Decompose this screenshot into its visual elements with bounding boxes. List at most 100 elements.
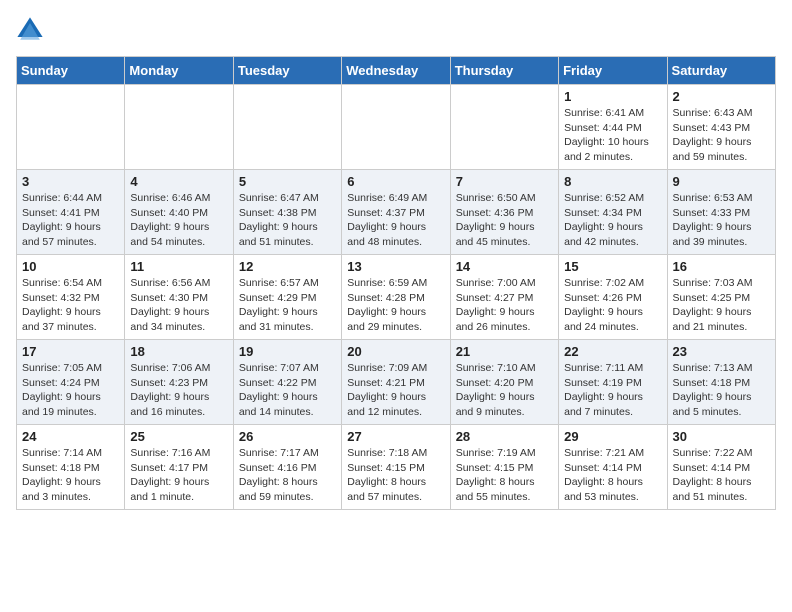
day-number: 11: [130, 259, 227, 274]
day-info: Sunrise: 6:54 AM Sunset: 4:32 PM Dayligh…: [22, 276, 119, 335]
calendar-cell: 17Sunrise: 7:05 AM Sunset: 4:24 PM Dayli…: [17, 340, 125, 425]
day-info: Sunrise: 7:05 AM Sunset: 4:24 PM Dayligh…: [22, 361, 119, 420]
day-info: Sunrise: 6:59 AM Sunset: 4:28 PM Dayligh…: [347, 276, 444, 335]
calendar-table: SundayMondayTuesdayWednesdayThursdayFrid…: [16, 56, 776, 510]
day-number: 6: [347, 174, 444, 189]
calendar-cell: 22 Sunrise: 7:11 AM Sunset: 4:19 PM Dayli…: [559, 340, 667, 425]
day-number: 20: [347, 344, 444, 359]
weekday-header: Sunday: [17, 57, 125, 85]
calendar-cell: 11 Sunrise: 6:56 AM Sunset: 4:30 PM Dayli…: [125, 255, 233, 340]
calendar-cell: 8 Sunrise: 6:52 AM Sunset: 4:34 PM Daylig…: [559, 170, 667, 255]
calendar-cell: 4 Sunrise: 6:46 AM Sunset: 4:40 PM Daylig…: [125, 170, 233, 255]
day-number: 8: [564, 174, 661, 189]
day-number: 22: [564, 344, 661, 359]
calendar-cell: 15 Sunrise: 7:02 AM Sunset: 4:26 PM Dayli…: [559, 255, 667, 340]
day-info: Sunrise: 7:22 AM Sunset: 4:14 PM Dayligh…: [673, 446, 770, 505]
day-info: Sunrise: 7:21 AM Sunset: 4:14 PM Dayligh…: [564, 446, 661, 505]
day-number: 1: [564, 89, 661, 104]
calendar-cell: 3 Sunrise: 6:44 AM Sunset: 4:41 PM Daylig…: [17, 170, 125, 255]
day-number: 2: [673, 89, 770, 104]
day-info: Sunrise: 7:02 AM Sunset: 4:26 PM Dayligh…: [564, 276, 661, 335]
calendar-cell: 10 Sunrise: 6:54 AM Sunset: 4:32 PM Dayli…: [17, 255, 125, 340]
day-info: Sunrise: 7:18 AM Sunset: 4:15 PM Dayligh…: [347, 446, 444, 505]
day-number: 23: [673, 344, 770, 359]
weekday-header: Tuesday: [233, 57, 341, 85]
calendar-cell: 16 Sunrise: 7:03 AM Sunset: 4:25 PM Dayli…: [667, 255, 775, 340]
calendar-week-row: 24 Sunrise: 7:14 AM Sunset: 4:18 PM Dayli…: [17, 425, 776, 510]
calendar-cell: 7 Sunrise: 6:50 AM Sunset: 4:36 PM Daylig…: [450, 170, 558, 255]
calendar-cell: 9 Sunrise: 6:53 AM Sunset: 4:33 PM Daylig…: [667, 170, 775, 255]
logo-icon: [16, 16, 44, 44]
calendar-cell: 24 Sunrise: 7:14 AM Sunset: 4:18 PM Dayli…: [17, 425, 125, 510]
calendar-cell: 18 Sunrise: 7:06 AM Sunset: 4:23 PM Dayli…: [125, 340, 233, 425]
day-number: 13: [347, 259, 444, 274]
weekday-header: Wednesday: [342, 57, 450, 85]
calendar-cell: [125, 85, 233, 170]
day-number: 7: [456, 174, 553, 189]
day-info: Sunrise: 7:06 AM Sunset: 4:23 PM Dayligh…: [130, 361, 227, 420]
day-info: Sunrise: 6:49 AM Sunset: 4:37 PM Dayligh…: [347, 191, 444, 250]
day-number: 19: [239, 344, 336, 359]
page-header: [16, 16, 776, 44]
calendar-cell: 27 Sunrise: 7:18 AM Sunset: 4:15 PM Dayli…: [342, 425, 450, 510]
day-info: Sunrise: 7:09 AM Sunset: 4:21 PM Dayligh…: [347, 361, 444, 420]
calendar-cell: [17, 85, 125, 170]
calendar-cell: 26 Sunrise: 7:17 AM Sunset: 4:16 PM Dayli…: [233, 425, 341, 510]
day-number: 28: [456, 429, 553, 444]
day-info: Sunrise: 6:53 AM Sunset: 4:33 PM Dayligh…: [673, 191, 770, 250]
day-number: 27: [347, 429, 444, 444]
day-number: 29: [564, 429, 661, 444]
day-info: Sunrise: 6:44 AM Sunset: 4:41 PM Dayligh…: [22, 191, 119, 250]
logo: [16, 16, 48, 44]
calendar-cell: 19 Sunrise: 7:07 AM Sunset: 4:22 PM Dayli…: [233, 340, 341, 425]
day-info: Sunrise: 7:16 AM Sunset: 4:17 PM Dayligh…: [130, 446, 227, 505]
calendar-cell: 13 Sunrise: 6:59 AM Sunset: 4:28 PM Dayli…: [342, 255, 450, 340]
calendar-cell: 5 Sunrise: 6:47 AM Sunset: 4:38 PM Daylig…: [233, 170, 341, 255]
day-info: Sunrise: 6:46 AM Sunset: 4:40 PM Dayligh…: [130, 191, 227, 250]
day-number: 5: [239, 174, 336, 189]
day-info: Sunrise: 7:07 AM Sunset: 4:22 PM Dayligh…: [239, 361, 336, 420]
day-info: Sunrise: 7:11 AM Sunset: 4:19 PM Dayligh…: [564, 361, 661, 420]
calendar-cell: 2 Sunrise: 6:43 AM Sunset: 4:43 PM Daylig…: [667, 85, 775, 170]
calendar-cell: 6 Sunrise: 6:49 AM Sunset: 4:37 PM Daylig…: [342, 170, 450, 255]
day-number: 14: [456, 259, 553, 274]
day-number: 18: [130, 344, 227, 359]
day-info: Sunrise: 6:56 AM Sunset: 4:30 PM Dayligh…: [130, 276, 227, 335]
weekday-header: Saturday: [667, 57, 775, 85]
day-info: Sunrise: 7:17 AM Sunset: 4:16 PM Dayligh…: [239, 446, 336, 505]
day-number: 30: [673, 429, 770, 444]
calendar-cell: 30 Sunrise: 7:22 AM Sunset: 4:14 PM Dayli…: [667, 425, 775, 510]
calendar-week-row: 17Sunrise: 7:05 AM Sunset: 4:24 PM Dayli…: [17, 340, 776, 425]
calendar-week-row: 10 Sunrise: 6:54 AM Sunset: 4:32 PM Dayli…: [17, 255, 776, 340]
day-number: 16: [673, 259, 770, 274]
weekday-header: Thursday: [450, 57, 558, 85]
day-info: Sunrise: 7:03 AM Sunset: 4:25 PM Dayligh…: [673, 276, 770, 335]
day-info: Sunrise: 7:14 AM Sunset: 4:18 PM Dayligh…: [22, 446, 119, 505]
calendar-cell: [342, 85, 450, 170]
weekday-header: Friday: [559, 57, 667, 85]
day-info: Sunrise: 7:00 AM Sunset: 4:27 PM Dayligh…: [456, 276, 553, 335]
weekday-header-row: SundayMondayTuesdayWednesdayThursdayFrid…: [17, 57, 776, 85]
calendar-cell: 12Sunrise: 6:57 AM Sunset: 4:29 PM Dayli…: [233, 255, 341, 340]
day-number: 26: [239, 429, 336, 444]
day-number: 25: [130, 429, 227, 444]
calendar-cell: 28Sunrise: 7:19 AM Sunset: 4:15 PM Dayli…: [450, 425, 558, 510]
calendar-cell: 21Sunrise: 7:10 AM Sunset: 4:20 PM Dayli…: [450, 340, 558, 425]
day-info: Sunrise: 6:43 AM Sunset: 4:43 PM Dayligh…: [673, 106, 770, 165]
day-number: 15: [564, 259, 661, 274]
day-number: 4: [130, 174, 227, 189]
calendar-week-row: 1 Sunrise: 6:41 AM Sunset: 4:44 PM Daylig…: [17, 85, 776, 170]
day-info: Sunrise: 6:47 AM Sunset: 4:38 PM Dayligh…: [239, 191, 336, 250]
day-info: Sunrise: 6:41 AM Sunset: 4:44 PM Dayligh…: [564, 106, 661, 165]
day-number: 9: [673, 174, 770, 189]
day-number: 10: [22, 259, 119, 274]
day-number: 24: [22, 429, 119, 444]
day-number: 3: [22, 174, 119, 189]
day-info: Sunrise: 6:57 AM Sunset: 4:29 PM Dayligh…: [239, 276, 336, 335]
calendar-cell: 20 Sunrise: 7:09 AM Sunset: 4:21 PM Dayli…: [342, 340, 450, 425]
calendar-cell: 25 Sunrise: 7:16 AM Sunset: 4:17 PM Dayli…: [125, 425, 233, 510]
day-info: Sunrise: 6:50 AM Sunset: 4:36 PM Dayligh…: [456, 191, 553, 250]
day-info: Sunrise: 6:52 AM Sunset: 4:34 PM Dayligh…: [564, 191, 661, 250]
calendar-week-row: 3 Sunrise: 6:44 AM Sunset: 4:41 PM Daylig…: [17, 170, 776, 255]
weekday-header: Monday: [125, 57, 233, 85]
